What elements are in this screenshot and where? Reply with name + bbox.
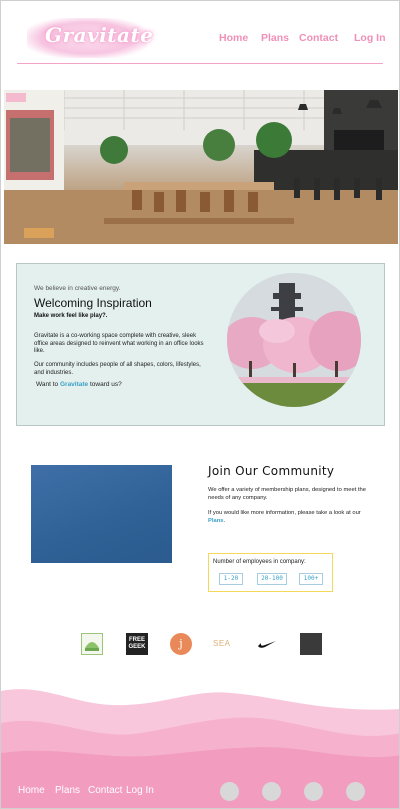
nike-swoosh-logo [257,633,277,655]
nav-login-link[interactable]: Log In [354,32,386,44]
free-geek-logo: FREE GEEK [126,633,148,655]
gravitate-link[interactable]: Gravitate [60,381,88,388]
social-icon-2[interactable] [262,782,281,801]
social-icon-1[interactable] [220,782,239,801]
plans-link[interactable]: Plans [208,518,223,524]
nav-plans-link[interactable]: Plans [261,32,289,44]
blossom-illustration [227,273,361,407]
logo-text[interactable]: Gravitate [45,23,153,47]
employees-20-100-button[interactable]: 20-100 [257,573,287,585]
green-leaf-icon [85,642,99,651]
welcome-cta-prefix: Want to [36,381,59,388]
community-paragraph-2-text: If you would like more information, plea… [208,510,361,516]
welcome-paragraph-1: Gravitate is a co-working space complete… [34,333,204,355]
employees-1-20-button[interactable]: 1-20 [219,573,243,585]
green-leaf-logo [81,633,103,655]
sea-logo: SEA [213,639,231,648]
footer-plans-link[interactable]: Plans [55,785,80,796]
welcome-title: Welcoming Inspiration [34,296,152,310]
welcome-tagline: We believe in creative energy. [34,285,121,292]
community-paragraph-1: We offer a variety of membership plans, … [208,487,366,501]
community-image-placeholder [31,465,172,563]
footer-login-link[interactable]: Log In [126,785,154,796]
footer-home-link[interactable]: Home [18,785,45,796]
community-title: Join Our Community [208,464,335,478]
nav-home-link[interactable]: Home [219,32,248,44]
hero-badge [6,93,26,102]
welcome-subtitle: Make work feel like play?. [34,313,108,319]
welcome-cta-suffix: toward us? [89,381,122,388]
community-paragraph-2-end: . [223,517,226,524]
community-paragraph-2: If you would like more information, plea… [208,510,378,525]
footer-contact-link[interactable]: Contact [88,785,122,796]
nike-swoosh-icon [258,641,276,648]
employee-count-label: Number of employees in company: [213,559,306,565]
hero-illustration [4,90,398,244]
social-icon-3[interactable] [304,782,323,801]
cherry-blossom-photo [227,273,361,407]
page-frame: Gravitate Home Plans Contact Log In We b… [0,0,400,809]
orange-j-logo: j [170,633,192,655]
header-divider [17,63,383,64]
welcome-paragraph-2: Our community includes people of all sha… [34,362,201,376]
dark-square-logo [300,633,322,655]
employees-100-plus-button[interactable]: 100+ [299,573,323,585]
welcome-cta: Want to Gravitate toward us? [36,381,122,388]
hero-office-image [4,90,398,244]
nav-contact-link[interactable]: Contact [299,32,338,44]
social-icon-4[interactable] [346,782,365,801]
